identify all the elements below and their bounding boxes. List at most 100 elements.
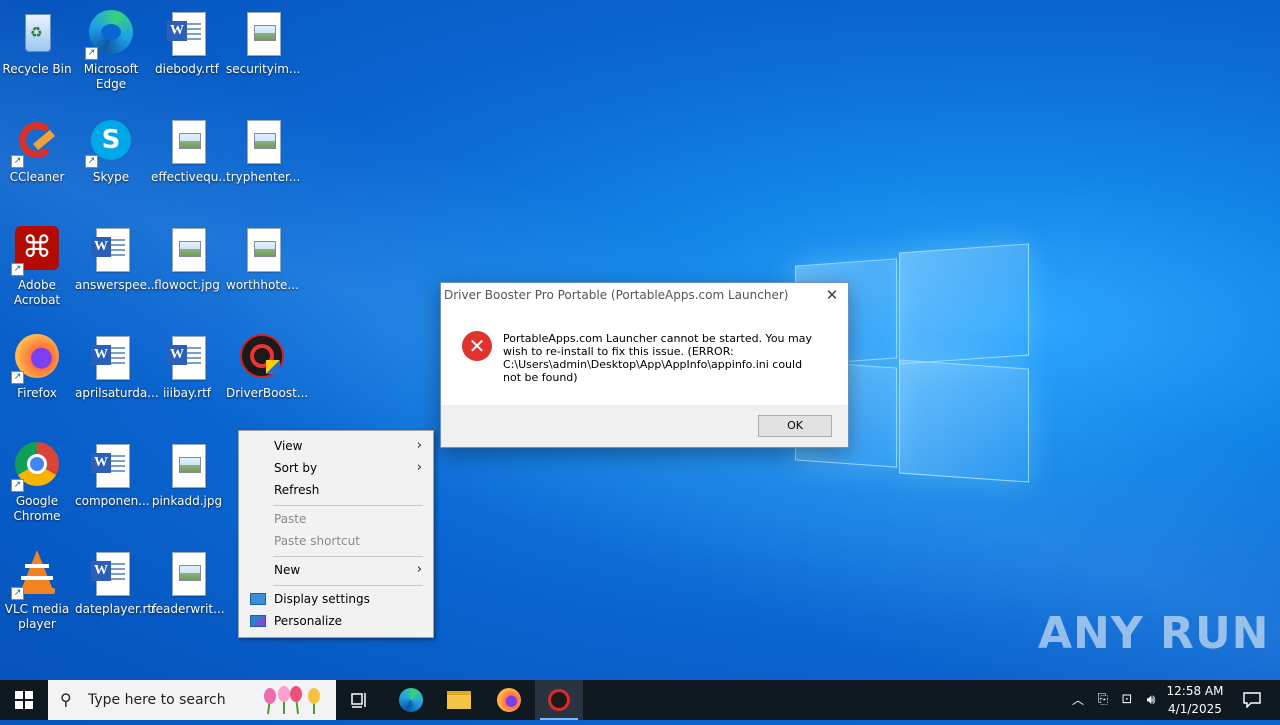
anyrun-watermark: ANY RUN [1038, 608, 1270, 659]
icon-label: worthhote... [226, 278, 299, 292]
securityim-file[interactable]: securityim... [225, 4, 301, 104]
icon-label: Skype [92, 170, 130, 184]
icon-label: iiibay.rtf [162, 386, 212, 400]
chevron-up-icon[interactable]: ︿ [1066, 680, 1090, 720]
dateplayer-file[interactable]: W dateplayer.rtf [74, 544, 157, 644]
skype-shortcut[interactable]: S ↗ Skype [74, 112, 148, 212]
tryphenter-file[interactable]: tryphenter... [225, 112, 301, 212]
windows-start-icon [15, 691, 33, 709]
dialog-titlebar[interactable]: Driver Booster Pro Portable (PortableApp… [441, 283, 848, 307]
notifications-button[interactable] [1232, 680, 1272, 720]
componen-file[interactable]: W componen... [74, 436, 150, 536]
image-file-icon [238, 10, 286, 58]
image-file-icon [163, 118, 211, 166]
driverbooster-shortcut[interactable]: DriverBoost... [225, 328, 309, 428]
firefox-shortcut[interactable]: ↗ Firefox [0, 328, 74, 428]
menu-item-view[interactable]: View › [240, 435, 432, 457]
word-document-icon: W [87, 334, 135, 382]
icon-label: flowoct.jpg [154, 278, 220, 292]
vlc-icon: ↗ [11, 550, 61, 600]
menu-item-label: Refresh [274, 483, 320, 497]
volume-icon[interactable]: 🔊︎ [1140, 680, 1162, 720]
tulips-search-highlight-icon [260, 684, 330, 718]
menu-item-label: Paste [274, 512, 307, 526]
menu-item-paste: Paste [240, 508, 432, 530]
menu-item-label: Paste shortcut [274, 534, 360, 548]
start-button[interactable] [0, 680, 48, 720]
search-placeholder: Type here to search [88, 692, 226, 708]
acrobat-icon: ⌘ ↗ [11, 226, 61, 276]
answerspee-file[interactable]: W answerspee... [74, 220, 159, 320]
dialog-message: PortableApps.com Launcher cannot be star… [503, 332, 812, 384]
worthhote-file[interactable]: worthhote... [225, 220, 299, 320]
pinkadd-file[interactable]: pinkadd.jpg [150, 436, 224, 536]
meet-now-icon[interactable]: ⎘ [1092, 680, 1114, 720]
error-dialog: Driver Booster Pro Portable (PortableApp… [440, 282, 849, 448]
ccleaner-icon: ↗ [11, 118, 61, 168]
icon-label: diebody.rtf [155, 62, 219, 76]
menu-item-sort-by[interactable]: Sort by › [240, 457, 432, 479]
image-file-icon [238, 226, 286, 274]
ccleaner-shortcut[interactable]: ↗ CCleaner [0, 112, 74, 212]
icon-label: VLC media player [4, 602, 70, 631]
aprilsaturda-file[interactable]: W aprilsaturda... [74, 328, 159, 428]
readerwrit-file[interactable]: readerwrit... [150, 544, 225, 644]
taskbar-search-box[interactable]: ⚲ Type here to search [48, 680, 336, 720]
icon-label: dateplayer.rtf [75, 602, 157, 616]
image-file-icon [163, 442, 211, 490]
word-document-icon: W [163, 10, 211, 58]
menu-item-display-settings[interactable]: Display settings [240, 588, 432, 610]
taskbar-driver-booster[interactable] [535, 680, 583, 720]
task-view-button[interactable] [336, 680, 384, 720]
icon-label: Adobe Acrobat [13, 278, 61, 307]
menu-item-refresh[interactable]: Refresh [240, 479, 432, 501]
recycle-bin-shortcut[interactable]: ♻ Recycle Bin [0, 4, 74, 104]
driver-booster-icon [548, 689, 570, 711]
icon-label: answerspee... [75, 278, 159, 292]
menu-item-label: Sort by [274, 461, 318, 475]
icon-label: Microsoft Edge [83, 62, 139, 91]
ok-button[interactable]: OK [758, 415, 832, 437]
taskbar-clock[interactable]: 12:58 AM 4/1/2025 [1160, 682, 1230, 718]
firefox-icon: ↗ [11, 334, 61, 384]
icon-label: DriverBoost... [226, 386, 309, 400]
menu-item-paste-shortcut: Paste shortcut [240, 530, 432, 552]
vlc-shortcut[interactable]: ↗ VLC media player [0, 544, 74, 644]
menu-item-personalize[interactable]: Personalize [240, 610, 432, 632]
icon-label: effectivequ... [151, 170, 230, 184]
firefox-icon [497, 688, 521, 712]
dialog-title: Driver Booster Pro Portable (PortableApp… [444, 288, 789, 302]
image-file-icon [163, 226, 211, 274]
image-file-icon [238, 118, 286, 166]
icon-label: aprilsaturda... [75, 386, 159, 400]
word-document-icon: W [87, 226, 135, 274]
close-icon[interactable]: ✕ [824, 283, 840, 307]
icon-label: pinkadd.jpg [151, 494, 223, 508]
word-document-icon: W [163, 334, 211, 382]
adobe-acrobat-shortcut[interactable]: ⌘ ↗ Adobe Acrobat [0, 220, 74, 320]
microsoft-edge-shortcut[interactable]: ↗ Microsoft Edge [74, 4, 148, 104]
icon-label: tryphenter... [226, 170, 301, 184]
taskbar-file-explorer[interactable] [435, 680, 483, 720]
dialog-footer: OK [441, 405, 848, 447]
taskbar-edge[interactable] [387, 680, 435, 720]
iiibay-file[interactable]: W iiibay.rtf [150, 328, 224, 428]
flowoct-file[interactable]: flowoct.jpg [150, 220, 224, 320]
diebody-file[interactable]: W diebody.rtf [150, 4, 224, 104]
menu-item-label: Display settings [274, 592, 370, 606]
icon-label: componen... [75, 494, 150, 508]
menu-item-new[interactable]: New › [240, 559, 432, 581]
taskbar-firefox[interactable] [485, 680, 533, 720]
icon-label: securityim... [226, 62, 301, 76]
clock-date: 4/1/2025 [1168, 702, 1222, 716]
chevron-right-icon: › [416, 562, 422, 577]
search-icon: ⚲ [60, 690, 72, 709]
taskbar: ⚲ Type here to search ︿ ⎘ ⊡ 🔊︎ 12:58 AM … [0, 680, 1280, 720]
menu-separator [273, 585, 423, 586]
chevron-right-icon: › [416, 438, 422, 453]
error-icon: ✕ [462, 331, 492, 361]
effectivequ-file[interactable]: effectivequ... [150, 112, 230, 212]
network-icon[interactable]: ⊡ [1116, 680, 1138, 720]
personalize-icon [250, 615, 266, 627]
google-chrome-shortcut[interactable]: ↗ Google Chrome [0, 436, 74, 536]
